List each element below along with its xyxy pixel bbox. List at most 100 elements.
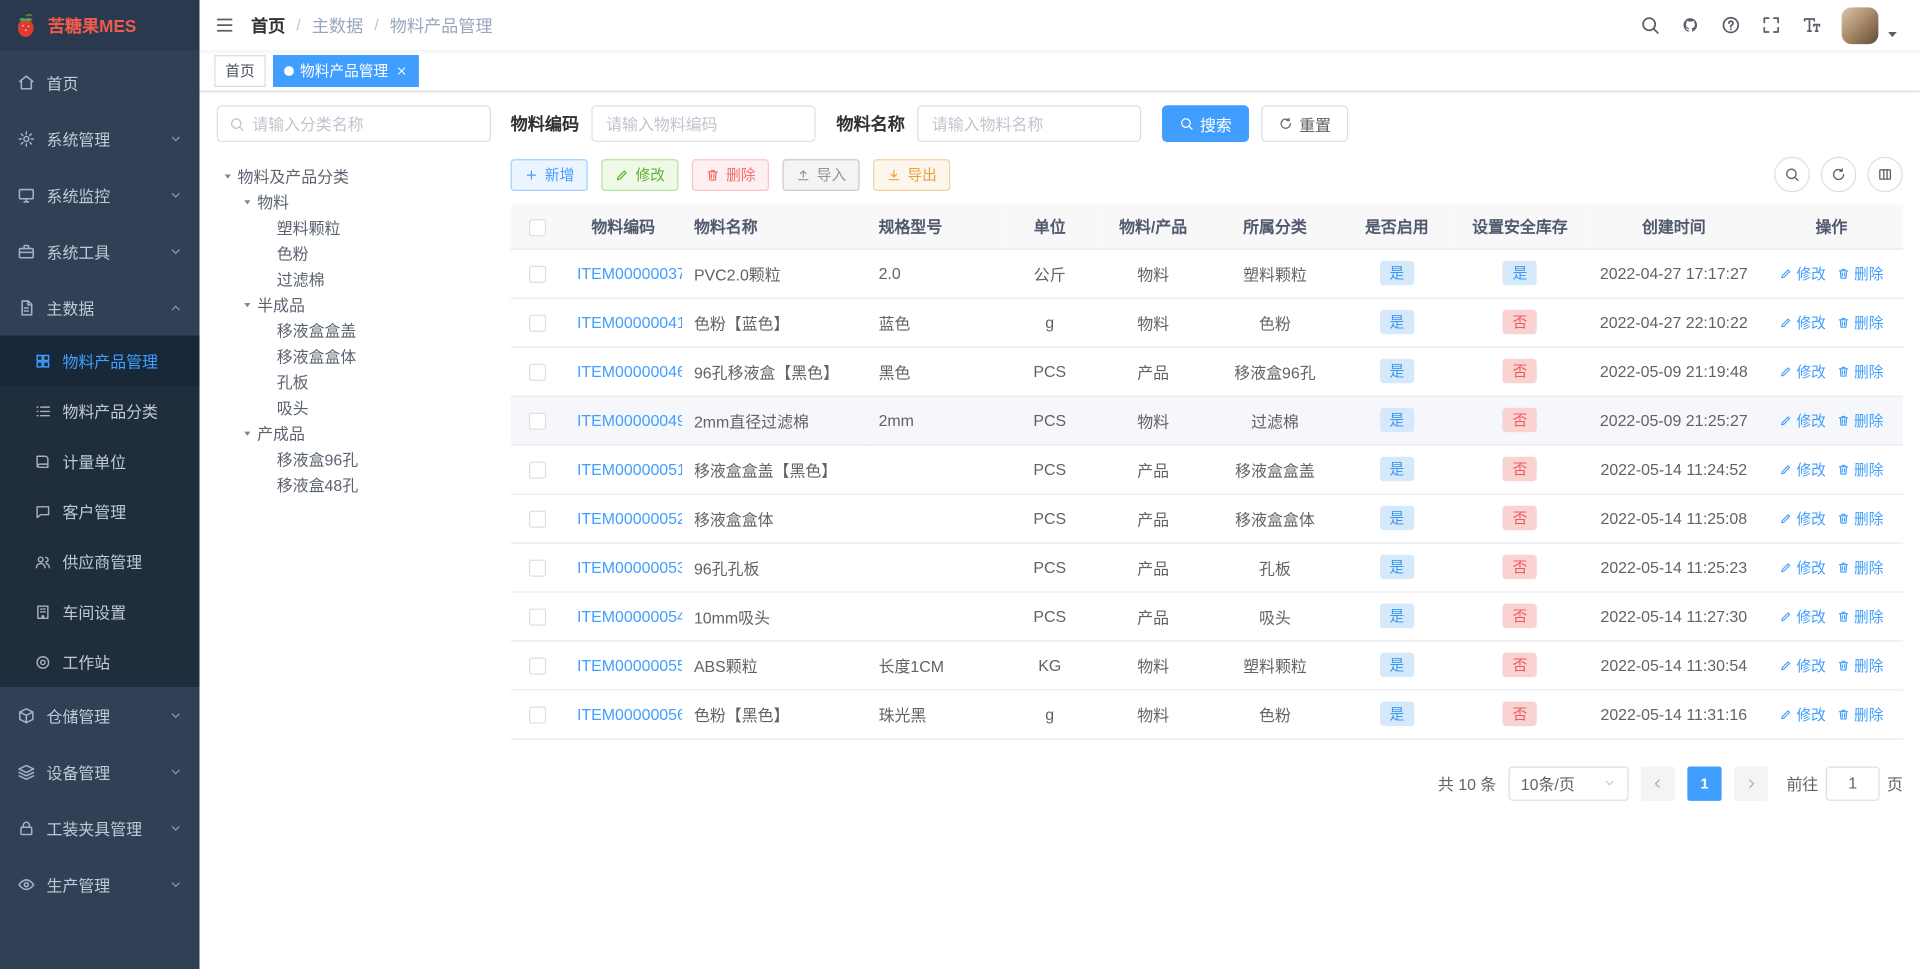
row-delete-button[interactable]: 删除: [1837, 606, 1883, 627]
row-checkbox[interactable]: [529, 559, 547, 577]
material-code-link[interactable]: ITEM00000055: [577, 656, 682, 674]
row-delete-button[interactable]: 删除: [1837, 557, 1883, 578]
row-edit-button[interactable]: 修改: [1779, 410, 1826, 431]
row-delete-button[interactable]: 删除: [1837, 508, 1883, 529]
row-edit-button[interactable]: 修改: [1779, 263, 1826, 284]
tree-node[interactable]: 吸头: [217, 394, 491, 420]
tree-expand-caret-icon[interactable]: [236, 194, 257, 209]
row-checkbox[interactable]: [529, 265, 547, 283]
material-code-link[interactable]: ITEM00000054: [577, 607, 682, 625]
row-checkbox[interactable]: [529, 461, 547, 479]
row-delete-button[interactable]: 删除: [1837, 410, 1883, 431]
tree-node[interactable]: 物料及产品分类: [217, 163, 491, 189]
row-edit-button[interactable]: 修改: [1779, 361, 1826, 382]
row-edit-button[interactable]: 修改: [1779, 312, 1826, 333]
material-code-link[interactable]: ITEM00000051: [577, 460, 682, 478]
sidebar-subitem-supplier-management[interactable]: 供应商管理: [0, 536, 200, 586]
material-code-link[interactable]: ITEM00000041: [577, 313, 682, 331]
github-icon[interactable]: [1680, 15, 1701, 36]
sidebar-subitem-workshop-settings[interactable]: 车间设置: [0, 587, 200, 637]
tree-node[interactable]: 塑料颗粒: [217, 214, 491, 240]
tree-node[interactable]: 色粉: [217, 240, 491, 266]
sidebar-subitem-customer-management[interactable]: 客户管理: [0, 486, 200, 536]
row-delete-button[interactable]: 删除: [1837, 263, 1883, 284]
row-edit-button[interactable]: 修改: [1779, 703, 1826, 724]
row-delete-button[interactable]: 删除: [1837, 703, 1883, 724]
search-icon[interactable]: [1640, 15, 1661, 36]
row-edit-button[interactable]: 修改: [1779, 508, 1826, 529]
goto-page-input[interactable]: [1825, 765, 1880, 801]
fullscreen-icon[interactable]: [1761, 15, 1782, 36]
tree-expand-caret-icon[interactable]: [217, 168, 238, 183]
sidebar-item-system-tools[interactable]: 系统工具: [0, 223, 200, 279]
row-delete-button[interactable]: 删除: [1837, 361, 1883, 382]
tree-node[interactable]: 半成品: [217, 291, 491, 317]
columns-toggle-button[interactable]: [1867, 156, 1903, 193]
material-code-link[interactable]: ITEM00000046: [577, 362, 682, 380]
sidebar-subitem-workstation[interactable]: 工作站: [0, 637, 200, 687]
row-edit-button[interactable]: 修改: [1779, 557, 1826, 578]
material-name-input[interactable]: [917, 105, 1142, 143]
select-all-checkbox[interactable]: [529, 218, 547, 236]
tree-node[interactable]: 移液盒48孔: [217, 471, 491, 497]
font-size-icon[interactable]: [1801, 15, 1822, 36]
page-number-button[interactable]: 1: [1687, 765, 1722, 801]
reset-button[interactable]: 重置: [1261, 105, 1349, 143]
tab-close-icon[interactable]: [396, 64, 408, 76]
material-code-link[interactable]: ITEM00000037: [577, 264, 682, 282]
export-button[interactable]: 导出: [873, 158, 951, 191]
search-button[interactable]: 搜索: [1162, 105, 1249, 143]
add-button[interactable]: 新增: [510, 158, 588, 191]
tab-material-product-management[interactable]: 物料产品管理: [273, 54, 419, 87]
row-delete-button[interactable]: 删除: [1837, 312, 1883, 333]
import-button[interactable]: 导入: [782, 158, 860, 191]
prev-page-button[interactable]: [1640, 765, 1676, 801]
sidebar-item-warehouse-management[interactable]: 仓储管理: [0, 687, 200, 743]
row-edit-button[interactable]: 修改: [1779, 459, 1826, 480]
material-code-input[interactable]: [591, 105, 816, 143]
tree-node[interactable]: 产成品: [217, 420, 491, 446]
sidebar-item-home[interactable]: 首页: [0, 54, 200, 110]
material-code-link[interactable]: ITEM00000056: [577, 705, 682, 723]
row-checkbox[interactable]: [529, 363, 547, 381]
user-menu[interactable]: [1841, 6, 1903, 44]
next-page-button[interactable]: [1733, 765, 1769, 801]
sidebar-subitem-material-product-category[interactable]: 物料产品分类: [0, 386, 200, 436]
sidebar-item-system-management[interactable]: 系统管理: [0, 110, 200, 166]
delete-button[interactable]: 删除: [691, 158, 770, 191]
row-checkbox[interactable]: [529, 706, 547, 724]
row-checkbox[interactable]: [529, 510, 547, 528]
material-code-link[interactable]: ITEM00000049: [577, 411, 682, 429]
sidebar-item-fixture-management[interactable]: 工装夹具管理: [0, 800, 200, 856]
sidebar-item-production-management[interactable]: 生产管理: [0, 856, 200, 912]
breadcrumb-item-home[interactable]: 首页: [251, 13, 285, 37]
page-size-select[interactable]: 10条/页: [1508, 765, 1629, 801]
sidebar-subitem-material-product-management[interactable]: 物料产品管理: [0, 335, 200, 386]
breadcrumb-item-master-data[interactable]: 主数据: [312, 13, 363, 37]
tab-home[interactable]: 首页: [214, 54, 266, 87]
tree-expand-caret-icon[interactable]: [236, 426, 257, 441]
tree-expand-caret-icon[interactable]: [236, 297, 257, 312]
row-edit-button[interactable]: 修改: [1779, 654, 1826, 675]
material-code-link[interactable]: ITEM00000053: [577, 558, 682, 576]
search-toggle-button[interactable]: [1774, 156, 1810, 193]
row-checkbox[interactable]: [529, 657, 547, 675]
material-code-link[interactable]: ITEM00000052: [577, 509, 682, 527]
sidebar-item-system-monitoring[interactable]: 系统监控: [0, 167, 200, 223]
tree-node[interactable]: 移液盒盒体: [217, 343, 491, 369]
category-search-input[interactable]: [252, 114, 479, 133]
tree-node[interactable]: 过滤棉: [217, 266, 491, 292]
tree-node[interactable]: 孔板: [217, 369, 491, 395]
menu-fold-icon[interactable]: [214, 15, 235, 36]
edit-button[interactable]: 修改: [601, 158, 679, 191]
sidebar-item-equipment-management[interactable]: 设备管理: [0, 743, 200, 799]
tree-node[interactable]: 移液盒96孔: [217, 446, 491, 472]
row-delete-button[interactable]: 删除: [1837, 654, 1883, 675]
row-checkbox[interactable]: [529, 412, 547, 430]
sidebar-subitem-measure-unit[interactable]: 计量单位: [0, 436, 200, 486]
row-checkbox[interactable]: [529, 608, 547, 626]
row-delete-button[interactable]: 删除: [1837, 459, 1883, 480]
row-edit-button[interactable]: 修改: [1779, 606, 1826, 627]
tree-node[interactable]: 移液盒盒盖: [217, 317, 491, 343]
refresh-toggle-button[interactable]: [1820, 156, 1857, 193]
